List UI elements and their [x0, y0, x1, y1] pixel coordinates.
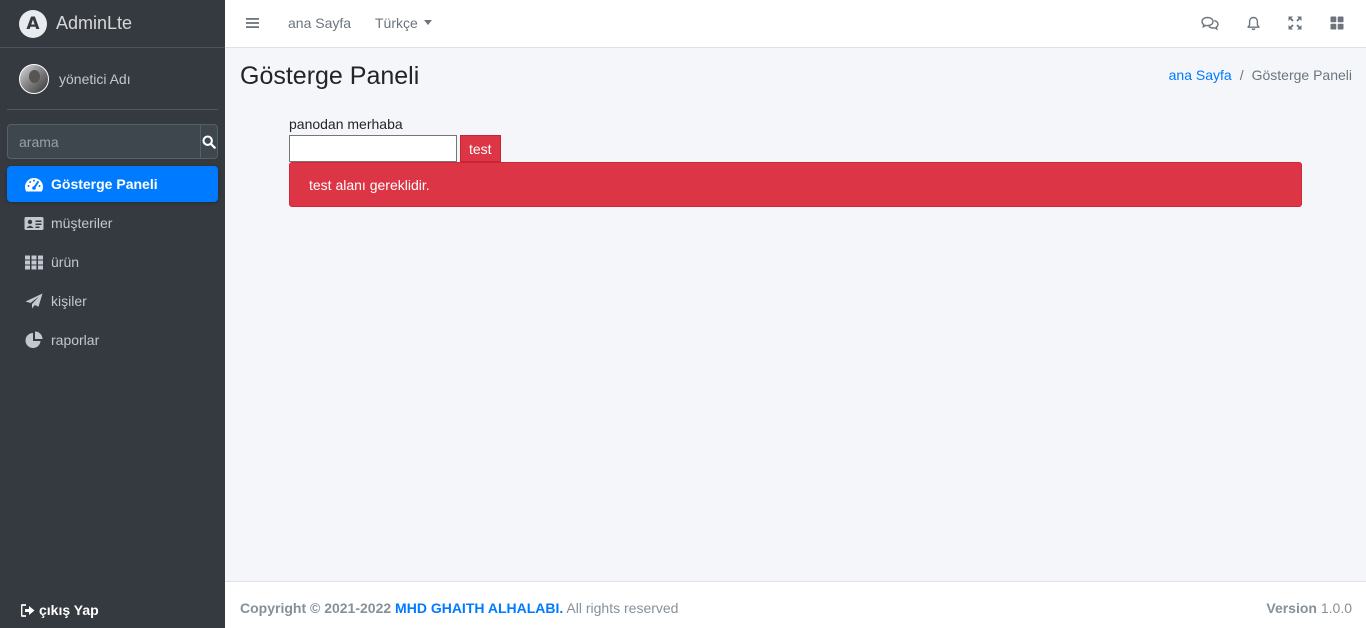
sidebar-nav: Gösterge Paneli müşteriler ürün kişiler … — [0, 166, 225, 358]
sidebar-item-label: kişiler — [51, 293, 87, 309]
sign-out-icon — [21, 603, 35, 617]
user-panel[interactable]: yönetici Adı — [7, 48, 218, 110]
id-card-icon — [24, 215, 44, 231]
brand-logo: A — [19, 9, 47, 38]
form-row: test — [289, 135, 1302, 162]
logout-link[interactable]: çıkış Yap — [21, 602, 99, 618]
search-button[interactable] — [200, 124, 218, 159]
table-grid-icon — [24, 254, 44, 270]
user-name[interactable]: yönetici Adı — [59, 71, 131, 87]
footer-copyright: Copyright © 2021-2022 MHD GHAITH ALHALAB… — [240, 600, 678, 616]
breadcrumb-home-link[interactable]: ana Sayfa — [1169, 67, 1232, 83]
tachometer-icon — [24, 176, 44, 192]
comments-icon — [1201, 16, 1219, 30]
language-dropdown[interactable]: Türkçe — [375, 0, 432, 46]
sidebar: A AdminLte yönetici Adı arama Gösterge P… — [0, 0, 225, 628]
search-icon — [202, 134, 216, 149]
menu-toggle-button[interactable] — [246, 0, 259, 46]
form-label: panodan merhaba — [289, 116, 403, 132]
sidebar-item-label: ürün — [51, 254, 80, 270]
messages-button[interactable] — [1201, 0, 1219, 46]
breadcrumb-current: Gösterge Paneli — [1251, 67, 1352, 83]
sidebar-item-customers[interactable]: müşteriler — [7, 205, 218, 241]
dashboard-form: panodan merhaba test test alanı gereklid… — [289, 116, 1302, 207]
sidebar-item-products[interactable]: ürün — [7, 244, 218, 280]
footer-author-link[interactable]: MHD GHAITH ALHALABI. — [395, 600, 563, 616]
test-button[interactable]: test — [460, 135, 501, 162]
brand-link[interactable]: A AdminLte — [0, 0, 225, 48]
sidebar-item-label: müşteriler — [51, 215, 113, 231]
page-title: Gösterge Paneli — [240, 62, 420, 90]
caret-down-icon — [423, 19, 432, 25]
th-large-icon — [1330, 16, 1344, 30]
bell-icon — [1247, 16, 1260, 30]
brand-logo-letter: A — [26, 13, 40, 34]
paper-plane-icon — [24, 293, 44, 309]
expand-arrows-icon — [1288, 16, 1302, 30]
test-input[interactable] — [289, 135, 457, 162]
search-input[interactable] — [7, 124, 200, 159]
sidebar-item-label: Gösterge Paneli — [51, 176, 158, 192]
sidebar-item-dashboard[interactable]: Gösterge Paneli — [7, 166, 218, 202]
sidebar-item-contacts[interactable]: kişiler — [7, 283, 218, 319]
footer: Copyright © 2021-2022 MHD GHAITH ALHALAB… — [225, 581, 1366, 628]
sidebar-search — [7, 124, 218, 159]
fullscreen-button[interactable] — [1288, 0, 1302, 46]
sidebar-item-label: raporlar — [51, 332, 100, 348]
copyright-text: Copyright © 2021-2022 — [240, 600, 392, 616]
rights-text: All rights reserved — [566, 600, 679, 616]
error-alert: test alanı gereklidir. — [289, 162, 1302, 207]
nav-home-link[interactable]: ana Sayfa — [288, 0, 351, 46]
content-header: Gösterge Paneli ana Sayfa / Gösterge Pan… — [240, 62, 1352, 98]
top-navbar: ana Sayfa Türkçe — [225, 0, 1366, 48]
pie-chart-icon — [24, 331, 44, 348]
avatar — [19, 63, 49, 94]
footer-version: Version 1.0.0 — [1266, 600, 1352, 616]
breadcrumb-separator: / — [1239, 67, 1244, 83]
control-sidebar-button[interactable] — [1330, 0, 1344, 46]
version-label: Version — [1266, 600, 1317, 616]
version-number: 1.0.0 — [1320, 600, 1352, 616]
language-label: Türkçe — [375, 15, 418, 31]
sidebar-item-reports[interactable]: raporlar — [7, 322, 218, 358]
hamburger-icon — [246, 18, 259, 28]
brand-name: AdminLte — [56, 13, 133, 33]
logout-label: çıkış Yap — [39, 602, 99, 618]
breadcrumb: ana Sayfa / Gösterge Paneli — [1169, 67, 1352, 83]
notifications-button[interactable] — [1247, 0, 1260, 46]
